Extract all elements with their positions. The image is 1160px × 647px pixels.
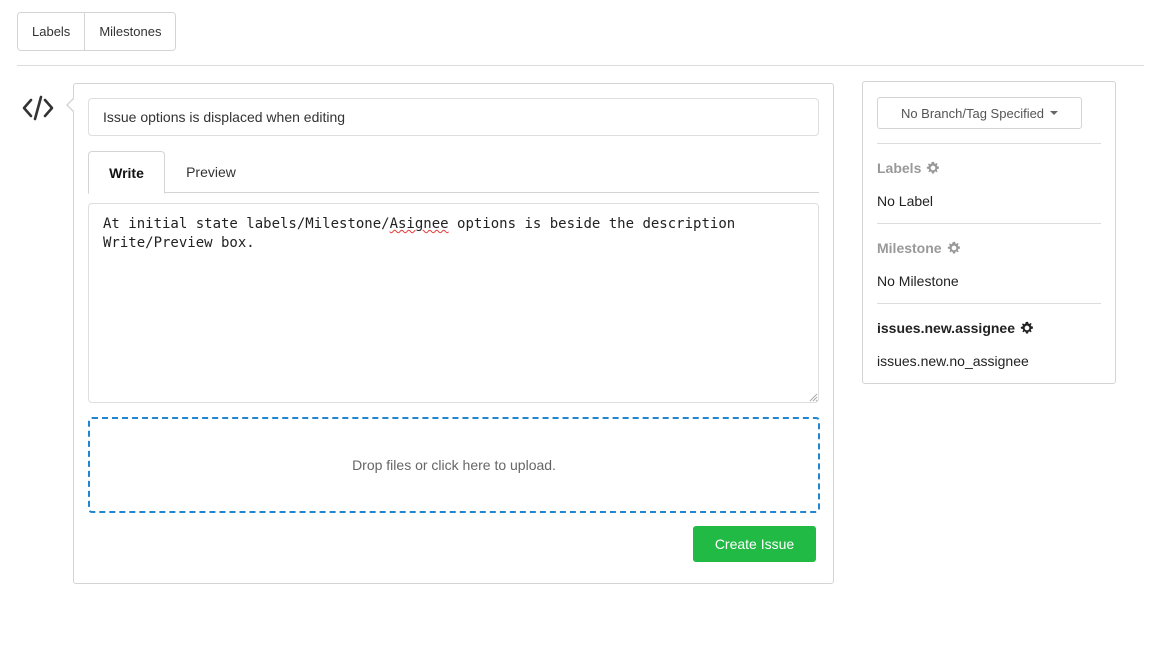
- labels-button[interactable]: Labels: [18, 13, 85, 50]
- milestones-button[interactable]: Milestones: [84, 13, 176, 50]
- branch-tag-dropdown[interactable]: No Branch/Tag Specified: [877, 97, 1082, 129]
- gear-icon: [947, 241, 960, 254]
- labels-milestones-nav: Labels Milestones: [17, 12, 177, 51]
- issue-sidebar: No Branch/Tag Specified Labels No Label …: [862, 81, 1116, 384]
- issue-title-input[interactable]: [88, 98, 819, 136]
- sidebar-divider: [877, 303, 1101, 304]
- sidebar-divider: [877, 223, 1101, 224]
- editor-tabs: Write Preview: [88, 151, 819, 194]
- labels-heading[interactable]: Labels: [877, 160, 940, 176]
- labels-value: No Label: [877, 193, 934, 209]
- sidebar-divider: [877, 143, 1101, 144]
- assignee-value: issues.new.no_assignee: [877, 353, 1029, 369]
- tab-write[interactable]: Write: [88, 151, 165, 194]
- header-divider: [17, 65, 1144, 66]
- caret-down-icon: [1050, 111, 1059, 115]
- assignee-heading[interactable]: issues.new.assignee: [877, 320, 1034, 336]
- tab-preview[interactable]: Preview: [165, 151, 257, 193]
- gear-icon: [927, 161, 940, 174]
- resize-grip-icon[interactable]: [809, 393, 818, 402]
- branch-tag-label: No Branch/Tag Specified: [900, 105, 1045, 121]
- milestone-heading[interactable]: Milestone: [877, 240, 961, 256]
- code-icon: [22, 95, 54, 121]
- gear-icon: [1020, 321, 1033, 334]
- issue-content-textarea[interactable]: At initial state labels/Milestone/Asigne…: [88, 203, 819, 403]
- misspelled-word: Asignee: [389, 216, 449, 232]
- new-issue-form: Write Preview At initial state labels/Mi…: [66, 83, 834, 584]
- milestone-value: No Milestone: [877, 273, 959, 289]
- create-issue-button[interactable]: Create Issue: [693, 526, 816, 562]
- file-dropzone[interactable]: Drop files or click here to upload.: [88, 417, 820, 513]
